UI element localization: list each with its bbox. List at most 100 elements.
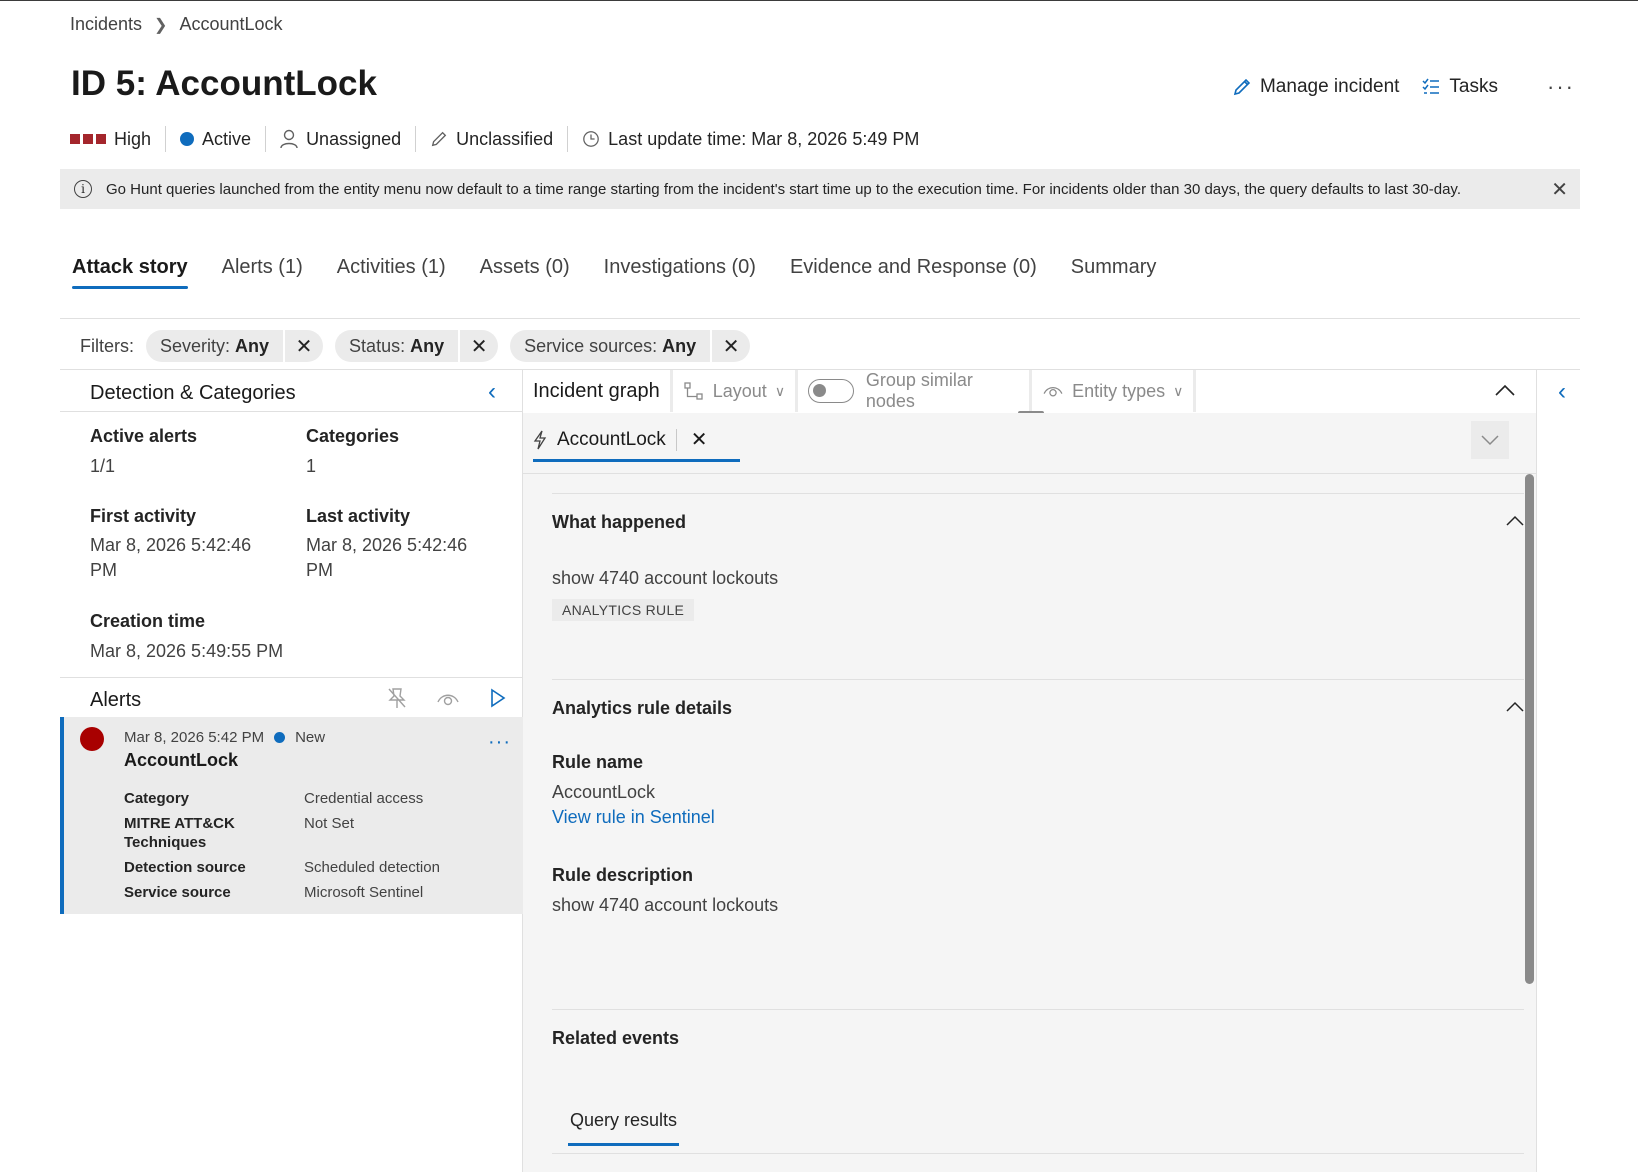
group-similar-label: Group similar nodes <box>865 370 973 411</box>
group-similar-toggle[interactable]: Group similar nodes <box>798 370 1033 412</box>
chevron-up-icon[interactable] <box>1505 515 1525 527</box>
chevron-down-icon: ∨ <box>774 382 786 399</box>
entity-types-dropdown[interactable]: Entity types ∨ <box>1032 370 1197 412</box>
alerts-title: Alerts <box>90 689 142 711</box>
details-tab-divider <box>523 473 1536 474</box>
more-options-button[interactable]: ··· <box>1547 74 1575 100</box>
info-icon: i <box>74 180 92 198</box>
alerts-section-divider <box>60 677 522 678</box>
alert-details-grid: Category Credential access MITRE ATT&CK … <box>124 789 524 902</box>
toggle-switch[interactable] <box>808 379 854 403</box>
alert-service-source-value: Microsoft Sentinel <box>304 884 424 901</box>
manage-incident-button[interactable]: Manage incident <box>1232 76 1399 98</box>
filter-service-value: Any <box>662 335 697 356</box>
creation-time-label: Creation time <box>90 611 206 631</box>
last-activity-value-line2: PM <box>306 560 333 580</box>
filter-chip-status[interactable]: Status: Any ✕ <box>335 330 499 362</box>
chevron-up-icon[interactable] <box>1505 701 1525 713</box>
lightning-icon <box>533 430 547 449</box>
tab-separator <box>675 428 677 451</box>
what-happened-divider <box>552 493 1524 494</box>
filter-severity-value: Any <box>235 335 270 356</box>
header-actions: Manage incident Tasks <box>1232 76 1498 98</box>
layout-label: Layout <box>712 380 767 401</box>
alert-timestamp: Mar 8, 2026 5:42 PM <box>124 729 265 746</box>
chevron-down-icon: ∨ <box>1173 382 1184 399</box>
rule-name-label: Rule name <box>552 752 644 772</box>
chevron-left-icon[interactable]: ‹ <box>1558 378 1566 406</box>
rule-name-value: AccountLock <box>552 782 656 802</box>
tab-investigations[interactable]: Investigations (0) <box>604 256 756 289</box>
chevron-right-icon: ❯ <box>154 16 168 34</box>
assignee-label: Unassigned <box>306 128 402 149</box>
classification-label: Unclassified <box>456 128 554 149</box>
chevron-left-icon[interactable]: ‹ <box>488 378 496 406</box>
filter-chip-service-sources[interactable]: Service sources: Any ✕ <box>510 330 751 362</box>
close-icon[interactable]: ✕ <box>283 330 323 362</box>
layout-dropdown[interactable]: Layout ∨ <box>673 370 799 412</box>
tasks-button[interactable]: Tasks <box>1421 76 1498 98</box>
breadcrumb-incidents-link[interactable]: Incidents <box>70 14 142 35</box>
alert-detection-source-value: Scheduled detection <box>304 859 440 876</box>
filter-chip-severity[interactable]: Severity: Any ✕ <box>146 330 324 362</box>
clock-icon <box>583 131 600 147</box>
person-icon <box>280 129 298 149</box>
play-icon[interactable] <box>490 688 506 708</box>
unpin-icon[interactable] <box>386 686 408 710</box>
categories-label: Categories <box>306 426 400 446</box>
chevron-up-icon[interactable] <box>1494 383 1516 397</box>
right-panel-divider <box>1536 369 1537 1172</box>
banner-text: Go Hunt queries launched from the entity… <box>106 180 1461 198</box>
close-icon[interactable]: ✕ <box>458 330 498 362</box>
window-top-border <box>0 0 1638 1</box>
query-results-divider <box>552 1153 1524 1154</box>
alert-more-button[interactable]: ··· <box>488 731 511 754</box>
view-rule-link[interactable]: View rule in Sentinel <box>552 807 715 828</box>
tab-assets[interactable]: Assets (0) <box>480 256 570 289</box>
alert-mitre-value: Not Set <box>304 815 355 832</box>
alert-service-source-label: Service source <box>124 884 231 901</box>
filter-severity-name: Severity: <box>160 335 231 356</box>
expand-details-button[interactable] <box>1471 421 1509 459</box>
filter-service-name: Service sources: <box>524 335 658 356</box>
filter-status-name: Status: <box>349 335 406 356</box>
alert-details-panel: AccountLock ✕ What happened show 4740 ac… <box>523 413 1536 1172</box>
last-update-indicator: Last update time: Mar 8, 2026 5:49 PM <box>568 126 933 152</box>
alert-card[interactable]: Mar 8, 2026 5:42 PM New AccountLock ··· … <box>60 717 523 914</box>
tab-activities[interactable]: Activities (1) <box>337 256 446 289</box>
analytics-rule-badge: ANALYTICS RULE <box>552 599 695 621</box>
tab-evidence-response[interactable]: Evidence and Response (0) <box>790 256 1037 289</box>
details-scrollbar[interactable] <box>1525 474 1534 984</box>
pencil-icon <box>431 131 447 147</box>
rule-details-divider <box>552 679 1524 680</box>
first-activity-value-line1: Mar 8, 2026 5:42:46 <box>90 535 252 555</box>
eye-icon[interactable] <box>436 690 460 708</box>
layout-icon <box>684 382 703 400</box>
tasks-icon <box>1422 78 1440 94</box>
manage-incident-label: Manage incident <box>1259 76 1400 97</box>
classification-indicator: Unclassified <box>416 126 569 152</box>
detection-header-divider <box>60 411 522 412</box>
alert-name[interactable]: AccountLock <box>124 750 238 771</box>
what-happened-title: What happened <box>552 512 686 532</box>
close-icon[interactable]: ✕ <box>691 427 708 452</box>
tab-query-results[interactable]: Query results <box>568 1110 680 1146</box>
alert-status: New <box>295 729 326 746</box>
tab-summary[interactable]: Summary <box>1071 256 1157 289</box>
incident-tabs: Attack story Alerts (1) Activities (1) A… <box>72 256 1156 289</box>
info-banner: i Go Hunt queries launched from the enti… <box>60 169 1580 209</box>
breadcrumb-current: AccountLock <box>179 14 283 34</box>
related-events-divider <box>552 1009 1524 1010</box>
details-tab-accountlock[interactable]: AccountLock ✕ <box>533 427 740 462</box>
filters-bar: Filters: Severity: Any ✕ Status: Any ✕ Ser… <box>80 330 751 362</box>
filter-status-value: Any <box>410 335 445 356</box>
tabs-divider <box>60 318 1580 319</box>
tab-alerts[interactable]: Alerts (1) <box>222 256 303 289</box>
rule-description-value: show 4740 account lockouts <box>552 895 779 915</box>
tab-attack-story[interactable]: Attack story <box>72 256 188 289</box>
close-icon[interactable]: ✕ <box>710 330 750 362</box>
first-activity-value-line2: PM <box>90 560 117 580</box>
entity-types-label: Entity types <box>1072 380 1166 401</box>
close-icon[interactable]: ✕ <box>1551 177 1568 202</box>
status-dot-icon <box>274 732 286 743</box>
